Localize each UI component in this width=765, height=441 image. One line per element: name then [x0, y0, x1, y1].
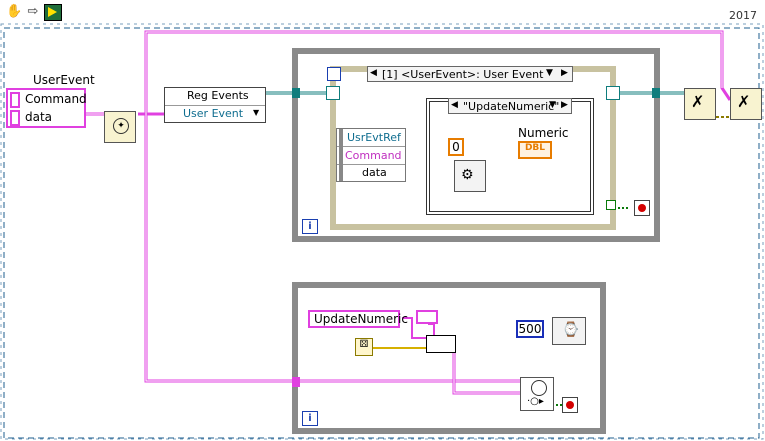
top-loop-stop[interactable]: [634, 200, 650, 216]
update-string-constant[interactable]: UpdateNumeric: [308, 310, 408, 328]
top-loop-iteration: i: [302, 219, 318, 234]
variant-constant[interactable]: [416, 310, 438, 324]
case-selector[interactable]: ◀ "UpdateNumeric" ▼ ▶: [448, 98, 572, 114]
bundle-node[interactable]: [426, 335, 456, 353]
timeout-icon: [327, 67, 341, 81]
cluster-field-data: data: [25, 110, 53, 124]
generate-user-event-node[interactable]: ·○▸: [520, 377, 554, 411]
dropdown-arrow-icon: ▼: [546, 68, 553, 78]
destroy-icon: ✗: [737, 92, 751, 111]
register-events-node[interactable]: Reg Events User Event ▼: [164, 87, 266, 123]
numeric-indicator[interactable]: DBL: [518, 141, 552, 159]
register-events-item: User Event: [183, 107, 244, 120]
next-case-icon: ▶: [561, 100, 568, 110]
create-user-event-node[interactable]: ✦: [104, 111, 136, 143]
dropdown-arrow-icon[interactable]: ▼: [253, 108, 259, 117]
cluster-field-command: Command: [25, 92, 87, 106]
bottom-while-loop[interactable]: [292, 282, 606, 434]
event-data-node[interactable]: UsrEvtRef Command data: [336, 128, 406, 182]
unregister-events-node[interactable]: ✗: [684, 88, 716, 120]
next-case-icon: ▶: [561, 68, 568, 78]
watch-icon: ⌚: [562, 322, 580, 338]
variant-to-data-node[interactable]: ⚙: [454, 160, 486, 192]
prev-case-icon: ◀: [370, 68, 377, 78]
register-events-title: Reg Events: [187, 89, 249, 102]
numeric-label: Numeric: [518, 126, 569, 140]
random-dice-icon[interactable]: ⚄: [355, 338, 373, 356]
dynamic-terminal-out: [606, 86, 620, 100]
wait-node[interactable]: ⌚: [552, 317, 586, 345]
case-structure[interactable]: [426, 98, 594, 215]
user-event-cluster[interactable]: Command data: [6, 88, 87, 128]
dynamic-terminal-in: [326, 86, 340, 100]
zero-constant[interactable]: 0: [448, 138, 464, 156]
event-signal-icon: [531, 380, 547, 396]
wait-ms-constant[interactable]: 500: [516, 320, 544, 338]
event-signal-icon: ✦: [113, 118, 129, 134]
bottom-loop-iteration: i: [302, 411, 318, 426]
event-field-command: Command: [345, 149, 402, 162]
event-field-data: data: [362, 166, 387, 179]
unregister-icon: ✗: [691, 92, 705, 111]
event-case-selector[interactable]: ◀ [1] <UserEvent>: User Event ▼ ▶: [367, 66, 573, 82]
generate-arrow-icon: ·○▸: [527, 396, 544, 407]
ref-tunnel-out: [652, 88, 660, 98]
ref-tunnel-in: [292, 88, 300, 98]
stop-tunnel: [606, 200, 616, 210]
cluster-tunnel-in: [292, 377, 300, 387]
user-event-title: UserEvent: [33, 73, 95, 87]
event-field-ref: UsrEvtRef: [347, 131, 401, 144]
bottom-loop-stop[interactable]: [562, 397, 578, 413]
dropdown-arrow-icon: ▼: [549, 100, 556, 110]
convert-icon: ⚙: [461, 167, 474, 183]
destroy-user-event-node[interactable]: ✗: [730, 88, 762, 120]
prev-case-icon: ◀: [451, 100, 458, 110]
